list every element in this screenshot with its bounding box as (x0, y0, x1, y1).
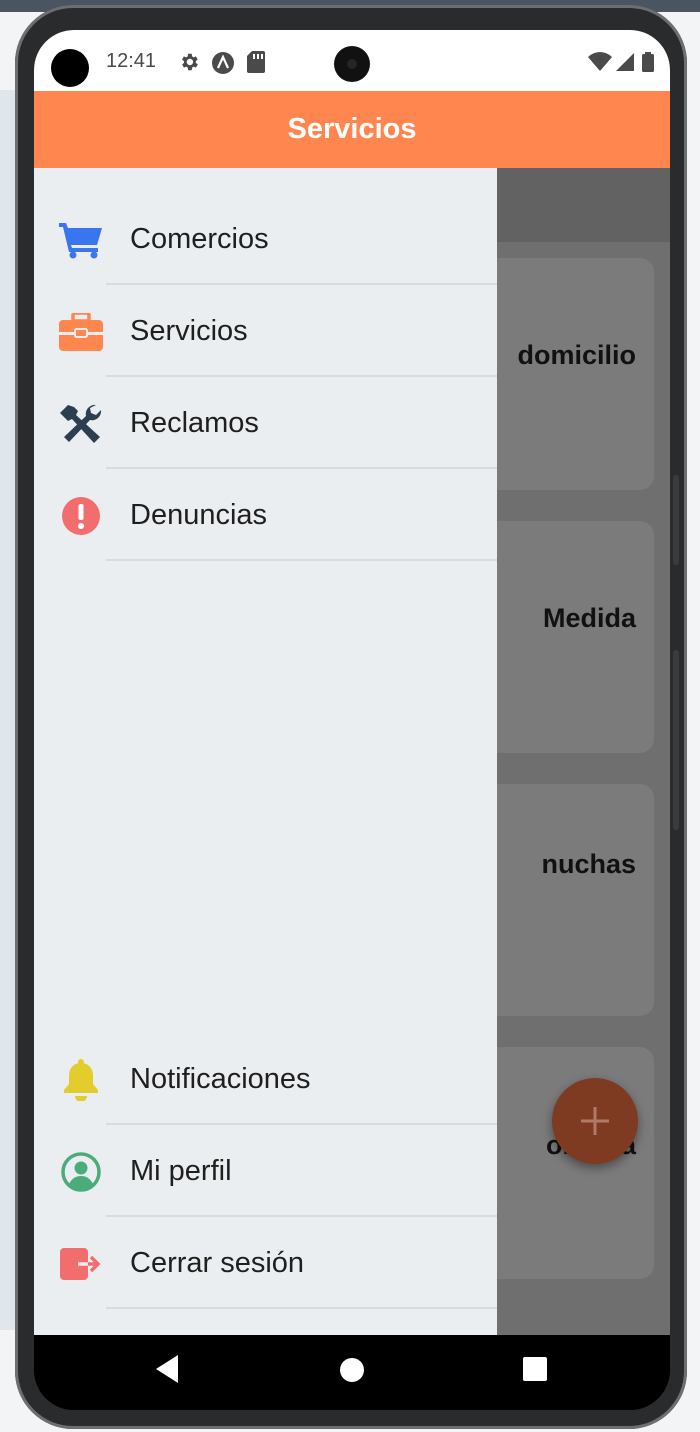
service-card-title: domicilio (517, 340, 636, 370)
status-right-icons (588, 51, 658, 79)
service-card-title: nuchas (541, 849, 636, 879)
drawer-item-reclamos[interactable]: Reclamos (34, 377, 497, 469)
navigation-drawer: Comercios Servicios Reclamos Denuncias N… (34, 168, 497, 1335)
drawer-item-servicios[interactable]: Servicios (34, 285, 497, 377)
system-nav-bar (34, 1335, 670, 1410)
status-bar: 12:41 (34, 30, 670, 91)
front-camera (334, 46, 370, 82)
drawer-item-label: Servicios (130, 315, 248, 347)
drawer-item-denuncias[interactable]: Denuncias (34, 469, 497, 561)
battery-icon (642, 52, 654, 72)
drawer-item-mi-perfil[interactable]: Mi perfil (34, 1125, 497, 1217)
drawer-item-label: Denuncias (130, 499, 268, 531)
camera-cutout (51, 49, 89, 87)
user-circle-icon (58, 1151, 104, 1193)
home-icon[interactable] (338, 1356, 366, 1389)
cart-icon (58, 219, 104, 261)
exclamation-circle-icon (58, 495, 104, 537)
toolbox-icon (58, 311, 104, 353)
drawer-item-label: Mi perfil (130, 1155, 232, 1187)
drawer-item-comercios[interactable]: Comercios (34, 193, 497, 285)
power-button (673, 650, 679, 830)
drawer-item-label: Comercios (130, 223, 269, 255)
drawer-item-cerrar-sesion[interactable]: Cerrar sesión (34, 1217, 497, 1309)
drawer-item-label: Notificaciones (130, 1063, 311, 1095)
divider (106, 1307, 497, 1309)
status-time: 12:41 (106, 50, 157, 72)
recents-icon[interactable] (522, 1356, 548, 1387)
drawer-item-label: Reclamos (130, 407, 259, 439)
tools-icon (58, 403, 104, 445)
cell-signal-icon (616, 53, 634, 71)
page-title: Servicios (287, 113, 417, 145)
a-circle-icon (211, 51, 235, 81)
service-card-title: Medida (542, 603, 636, 633)
drawer-item-notificaciones[interactable]: Notificaciones (34, 1033, 497, 1125)
plus-icon (581, 1107, 609, 1135)
app-header: Servicios (34, 91, 670, 168)
sign-out-icon (58, 1243, 104, 1285)
gear-icon (178, 51, 200, 79)
volume-button (673, 475, 679, 565)
sd-card-icon (247, 51, 265, 79)
divider (106, 559, 497, 561)
back-icon[interactable] (152, 1353, 182, 1390)
drawer-item-label: Cerrar sesión (130, 1247, 305, 1279)
add-button[interactable] (552, 1078, 638, 1164)
bell-icon (58, 1059, 104, 1101)
wifi-icon (588, 52, 612, 71)
phone-screen: 12:41 Servicios domicilio Medida nuchas … (34, 30, 670, 1410)
